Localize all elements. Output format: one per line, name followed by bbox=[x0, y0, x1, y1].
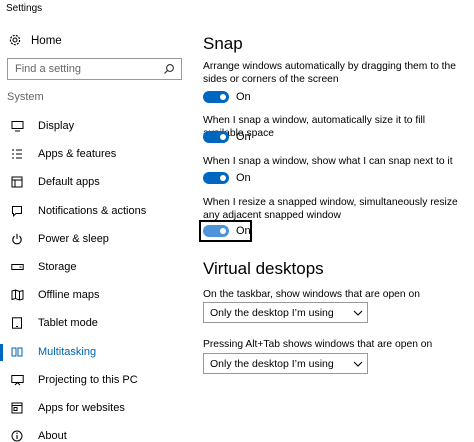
sidebar-item-projecting[interactable]: Projecting to this PC bbox=[0, 366, 190, 394]
dropdown-value: Only the desktop I’m using bbox=[210, 306, 334, 319]
home-label: Home bbox=[31, 35, 62, 47]
apps-list-icon bbox=[10, 147, 24, 161]
sidebar-item-label: Apps for websites bbox=[38, 401, 125, 414]
sidebar-item-label: Projecting to this PC bbox=[38, 373, 138, 386]
toggle-knob bbox=[220, 94, 226, 100]
snap-toggle-arrange[interactable]: On bbox=[203, 88, 251, 106]
power-icon bbox=[10, 232, 24, 246]
sidebar-item-display[interactable]: Display bbox=[0, 112, 190, 140]
sidebar-item-label: Display bbox=[38, 120, 75, 133]
sidebar-item-label: Storage bbox=[38, 261, 77, 274]
chevron-down-icon bbox=[349, 361, 367, 367]
alttab-dropdown[interactable]: Only the desktop I’m using bbox=[203, 353, 368, 374]
snap-setting-desc: When I resize a snapped window, simultan… bbox=[203, 197, 458, 221]
apps-websites-icon bbox=[10, 401, 24, 415]
sidebar-item-label: Apps & features bbox=[38, 148, 117, 161]
gear-icon bbox=[8, 33, 22, 50]
toggle-state: On bbox=[236, 131, 251, 143]
sidebar-item-label: Notifications & actions bbox=[38, 204, 147, 217]
toggle-knob bbox=[220, 228, 226, 234]
nav-list: Display Apps & features Default apps Not… bbox=[0, 112, 190, 442]
display-icon bbox=[10, 119, 24, 133]
snap-toggle-resize[interactable]: On bbox=[203, 222, 251, 240]
sidebar-item-label: Offline maps bbox=[38, 289, 100, 302]
sidebar-item-tablet-mode[interactable]: Tablet mode bbox=[0, 309, 190, 337]
notifications-icon bbox=[10, 204, 24, 218]
alttab-label: Pressing Alt+Tab shows windows that are … bbox=[203, 339, 433, 350]
sidebar-item-default-apps[interactable]: Default apps bbox=[0, 168, 190, 196]
search-input[interactable]: Find a setting bbox=[7, 58, 182, 80]
default-apps-icon bbox=[10, 175, 24, 189]
sidebar-item-label: About bbox=[38, 430, 67, 442]
taskbar-dropdown[interactable]: Only the desktop I’m using bbox=[203, 302, 368, 323]
snap-setting-desc: Arrange windows automatically by draggin… bbox=[203, 61, 456, 85]
snap-heading: Snap bbox=[203, 34, 243, 53]
title-bar: Settings bbox=[0, 0, 474, 18]
toggle-knob bbox=[220, 134, 226, 140]
home-link[interactable]: Home bbox=[8, 32, 62, 50]
sidebar-item-about[interactable]: About bbox=[0, 422, 190, 442]
toggle-state: On bbox=[236, 225, 251, 237]
sidebar-item-storage[interactable]: Storage bbox=[0, 253, 190, 281]
toggle-state: On bbox=[236, 172, 251, 184]
taskbar-label: On the taskbar, show windows that are op… bbox=[203, 289, 420, 300]
virtual-desktops-heading: Virtual desktops bbox=[203, 259, 324, 278]
sidebar-item-power-sleep[interactable]: Power & sleep bbox=[0, 225, 190, 253]
main-content: Snap Arrange windows automatically by dr… bbox=[199, 18, 474, 442]
map-icon bbox=[10, 288, 24, 302]
toggle-state: On bbox=[236, 91, 251, 103]
sidebar-item-apps-features[interactable]: Apps & features bbox=[0, 140, 190, 168]
sidebar-item-label: Tablet mode bbox=[38, 317, 98, 330]
sidebar-item-label: Multitasking bbox=[38, 345, 97, 358]
snap-setting-desc: When I snap a window, show what I can sn… bbox=[203, 156, 453, 167]
dropdown-value: Only the desktop I’m using bbox=[210, 357, 334, 370]
sidebar-item-label: Power & sleep bbox=[38, 232, 109, 245]
toggle-switch[interactable] bbox=[203, 91, 229, 103]
search-placeholder: Find a setting bbox=[15, 63, 82, 75]
snap-toggle-fill[interactable]: On bbox=[203, 128, 251, 146]
sidebar-item-label: Default apps bbox=[38, 176, 100, 189]
chevron-down-icon bbox=[349, 310, 367, 316]
tablet-icon bbox=[10, 316, 24, 330]
section-label: System bbox=[7, 91, 44, 103]
snap-toggle-show-next[interactable]: On bbox=[203, 169, 251, 187]
search-icon[interactable] bbox=[157, 63, 181, 75]
toggle-switch[interactable] bbox=[203, 172, 229, 184]
sidebar-item-notifications[interactable]: Notifications & actions bbox=[0, 197, 190, 225]
window-title: Settings bbox=[6, 3, 43, 14]
sidebar: Home Find a setting System Display Apps … bbox=[0, 18, 190, 442]
toggle-knob bbox=[220, 175, 226, 181]
sidebar-item-multitasking[interactable]: Multitasking bbox=[0, 338, 190, 366]
toggle-switch[interactable] bbox=[203, 225, 229, 237]
sidebar-item-offline-maps[interactable]: Offline maps bbox=[0, 281, 190, 309]
toggle-switch[interactable] bbox=[203, 131, 229, 143]
multitasking-icon bbox=[10, 345, 24, 359]
projecting-icon bbox=[10, 373, 24, 387]
info-icon bbox=[10, 429, 24, 442]
sidebar-item-apps-websites[interactable]: Apps for websites bbox=[0, 394, 190, 422]
storage-icon bbox=[10, 260, 24, 274]
